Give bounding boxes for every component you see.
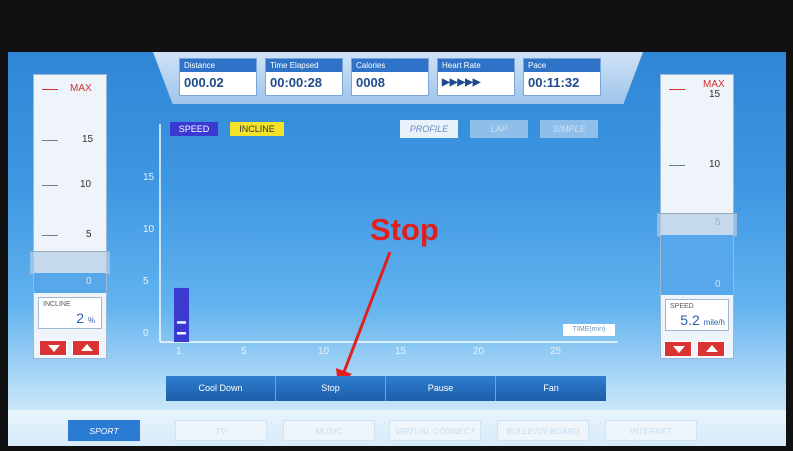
- workout-controls: Cool Down Stop Pause Fan: [166, 376, 606, 401]
- tab-internet[interactable]: INTERNET: [605, 420, 697, 441]
- stop-button[interactable]: Stop: [276, 376, 386, 401]
- tab-bulletin-board[interactable]: BULLETIN BOARD: [497, 420, 589, 441]
- pause-button[interactable]: Pause: [386, 376, 496, 401]
- tab-tv[interactable]: TV: [175, 420, 267, 441]
- fan-button[interactable]: Fan: [496, 376, 606, 401]
- arrow-shaft: [342, 251, 392, 373]
- bottom-tab-bar: SPORT TV MUSIC VIRTUAL CONNECT BULLETIN …: [8, 410, 786, 446]
- cool-down-button[interactable]: Cool Down: [166, 376, 276, 401]
- tab-virtual-connect[interactable]: VIRTUAL CONNECT: [389, 420, 481, 441]
- tab-music[interactable]: MUSIC: [283, 420, 375, 441]
- treadmill-screen: Distance 000.02 Time Elapsed 00:00:28 Ca…: [8, 52, 786, 446]
- tab-sport[interactable]: SPORT: [68, 420, 140, 441]
